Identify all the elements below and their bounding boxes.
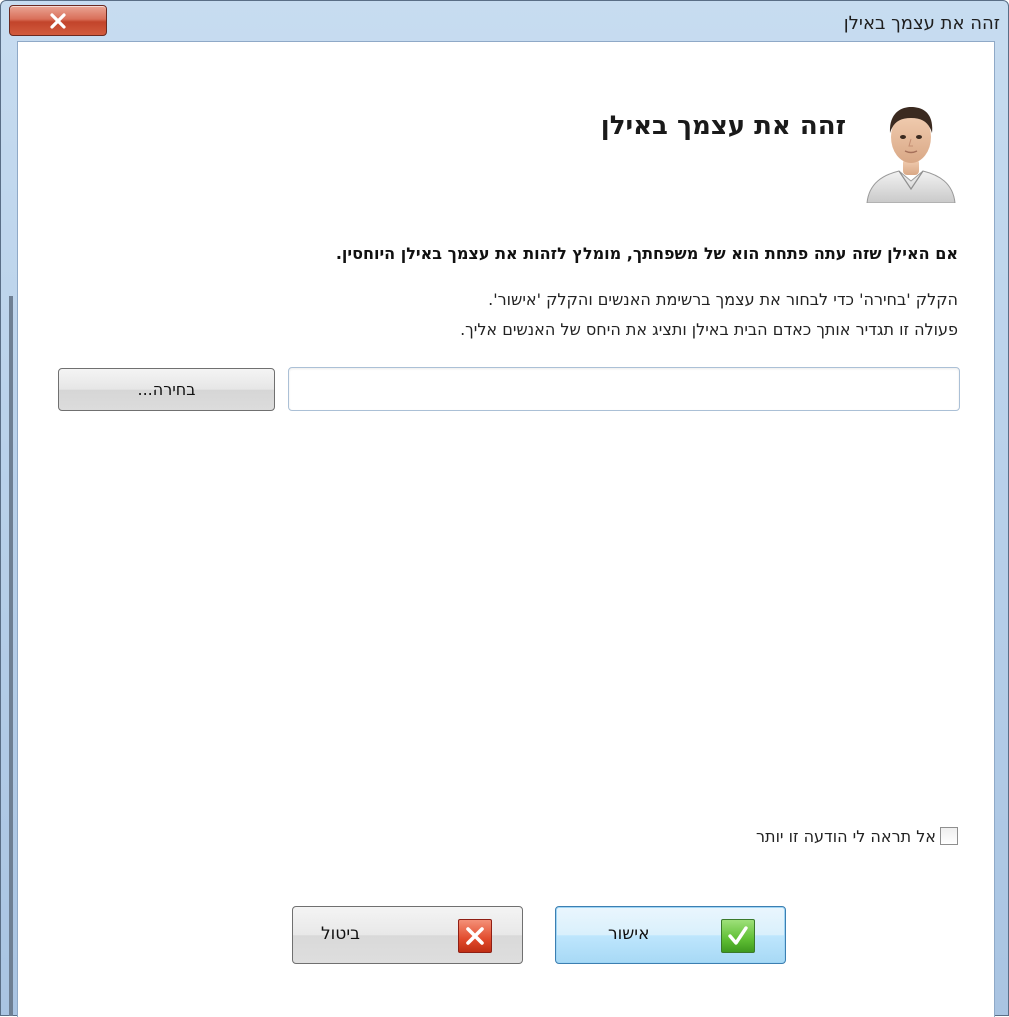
- dialog-content: [17, 41, 995, 1017]
- instruction-line-1: הקלק 'בחירה' כדי לבחור את עצמך ברשימת הא…: [488, 290, 958, 309]
- window-frame-edge: [9, 296, 13, 1016]
- person-avatar-icon: [866, 107, 956, 203]
- dialog-heading: זהה את עצמך באילן: [600, 111, 846, 141]
- ok-button-label: אישור: [608, 924, 650, 944]
- checkmark-icon: [721, 919, 755, 953]
- dialog-window: זהה את עצמך באילן זהה את עצמך באילן אם ה…: [0, 0, 1009, 1017]
- instruction-line-2: פעולה זו תגדיר אותך כאדם הבית באילן ותצי…: [460, 320, 958, 339]
- ok-button[interactable]: אישור: [555, 906, 786, 964]
- dont-show-again-checkbox[interactable]: [940, 827, 958, 845]
- identify-recommendation: אם האילן שזה עתה פתחת הוא של משפחתך, מומ…: [335, 244, 958, 263]
- selected-person-field[interactable]: [288, 367, 960, 411]
- close-button[interactable]: [9, 5, 107, 36]
- close-icon: [50, 13, 66, 29]
- x-icon: [458, 919, 492, 953]
- cancel-button[interactable]: ביטול: [292, 906, 523, 964]
- cancel-button-label: ביטול: [321, 924, 360, 944]
- dont-show-again-label[interactable]: אל תראה לי הודעה זו יותר: [756, 827, 936, 846]
- title-bar: זהה את עצמך באילן: [1, 1, 1009, 41]
- choose-person-button[interactable]: בחירה...: [58, 368, 275, 411]
- dont-show-again-row[interactable]: אל תראה לי הודעה זו יותר: [756, 824, 958, 848]
- window-title: זהה את עצמך באילן: [843, 13, 1000, 34]
